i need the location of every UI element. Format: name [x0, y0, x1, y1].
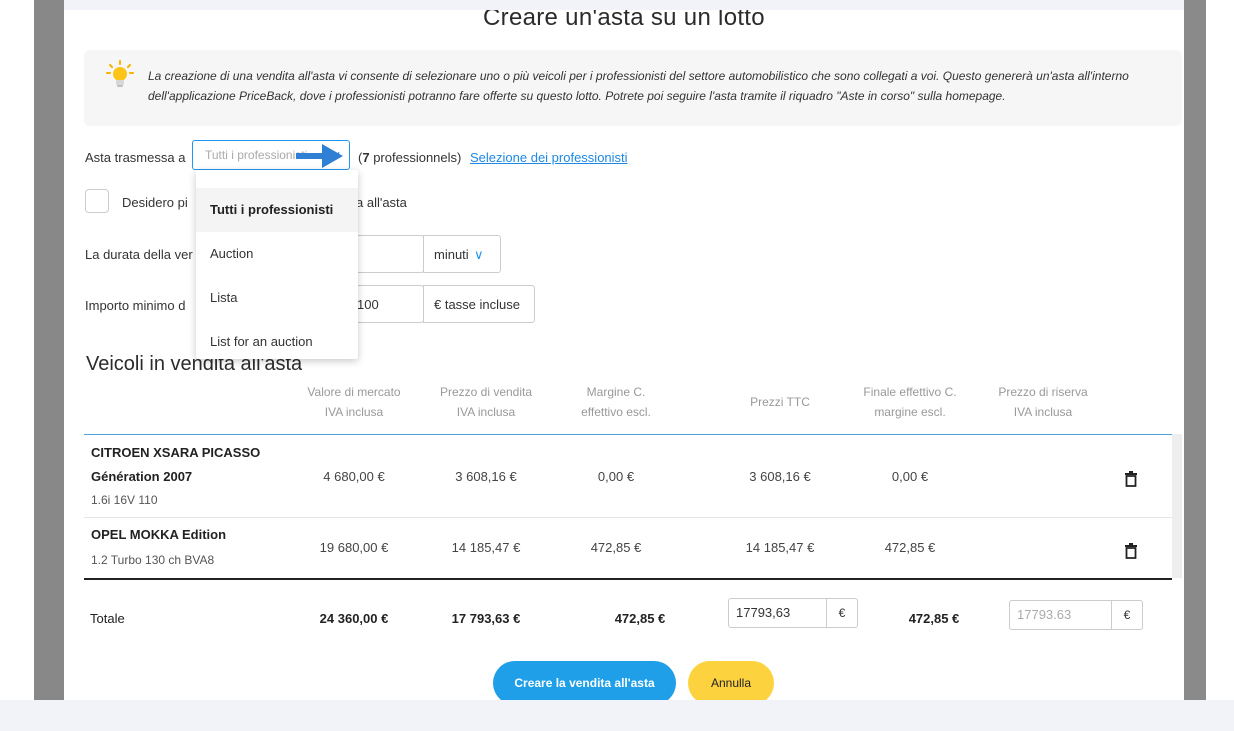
- min-amount-unit: € tasse incluse: [423, 285, 535, 323]
- vehicle-name: OPEL MOKKA Edition: [91, 527, 227, 542]
- margin-cell: 0,00 €: [597, 469, 635, 484]
- dialog-title: Creare un'asta su un lotto: [483, 10, 765, 31]
- cancel-button[interactable]: Annulla: [688, 661, 774, 700]
- total-price-currency: €: [826, 598, 858, 628]
- duration-label: La durata della ver: [85, 247, 193, 262]
- info-banner: La creazione di una vendita all'asta vi …: [84, 50, 1182, 126]
- overlay-right: [1184, 0, 1206, 700]
- vehicle-generation: Génération 2007: [91, 469, 193, 484]
- min-amount-label: Importo minimo d: [85, 298, 186, 313]
- total-margin: 472,85 €: [614, 611, 666, 626]
- background-top: [0, 0, 1234, 10]
- total-final: 472,85 €: [908, 611, 960, 626]
- broadcast-label: Asta trasmessa a: [85, 150, 186, 165]
- checkbox-label-right: a all'asta: [356, 195, 407, 210]
- reserve-price-input[interactable]: 17793.63: [1009, 600, 1112, 630]
- trash-icon[interactable]: [1124, 471, 1138, 487]
- price-ttc-cell: 14 185,47 €: [745, 540, 815, 555]
- overlay-left: [34, 0, 64, 700]
- margin-cell: 472,85 €: [590, 540, 642, 555]
- info-text: La creazione di una vendita all'asta vi …: [148, 69, 1129, 103]
- lightbulb-icon: [106, 60, 134, 87]
- sale-price-cell: 14 185,47 €: [451, 540, 521, 555]
- row-divider: [84, 517, 1172, 518]
- total-market-value: 24 360,00 €: [319, 611, 389, 626]
- broadcast-dropdown-menu: Tutti i professionisti Auction Lista Lis…: [196, 170, 358, 359]
- col-final: Finale effettivo C. margine escl.: [863, 385, 957, 419]
- final-cell: 472,85 €: [884, 540, 936, 555]
- total-sale-price: 17 793,63 €: [451, 611, 521, 626]
- dropdown-option-lista[interactable]: Lista: [196, 276, 358, 320]
- market-value-cell: 19 680,00 €: [319, 540, 389, 555]
- arrow-right-icon: [296, 144, 343, 168]
- sale-price-cell: 3 608,16 €: [455, 469, 517, 484]
- total-label: Totale: [90, 611, 125, 626]
- chevron-down-icon: ∨: [474, 247, 484, 262]
- reserve-price-currency: €: [1111, 600, 1143, 630]
- duration-unit-select[interactable]: minuti ∨: [423, 235, 501, 273]
- page-margin-right: [1206, 0, 1234, 700]
- col-reserve-price: Prezzo di riserva IVA inclusa: [998, 385, 1088, 419]
- table-header-divider: [84, 434, 1182, 435]
- total-divider: [84, 578, 1172, 580]
- create-auction-button[interactable]: Creare la vendita all'asta: [493, 661, 676, 700]
- background-bottom: [0, 700, 1234, 731]
- option-checkbox[interactable]: [85, 189, 109, 213]
- market-value-cell: 4 680,00 €: [323, 469, 385, 484]
- checkbox-label-left: Desidero pi: [122, 195, 188, 210]
- dropdown-option-list-for-auction[interactable]: List for an auction: [196, 320, 358, 364]
- dropdown-option-all-professionals[interactable]: Tutti i professionisti: [196, 188, 358, 232]
- vehicle-name: CITROEN XSARA PICASSO: [91, 445, 261, 460]
- page-margin-left: [0, 0, 34, 700]
- final-cell: 0,00 €: [891, 469, 929, 484]
- price-ttc-cell: 3 608,16 €: [749, 469, 811, 484]
- broadcast-select-value: Tutti i professionisti: [205, 148, 308, 162]
- vehicle-version: 1.6i 16V 110: [91, 493, 158, 507]
- auction-dialog: Creare un'asta su un lotto La creazione …: [64, 10, 1184, 700]
- col-sale-price: Prezzo di vendita IVA inclusa: [439, 385, 533, 419]
- trash-icon[interactable]: [1124, 543, 1138, 559]
- col-margin: Margine C. effettivo escl.: [581, 385, 651, 419]
- table-scrollbar[interactable]: [1172, 434, 1182, 578]
- total-price-input[interactable]: 17793,63: [728, 598, 827, 628]
- professionals-count: (7 professionnels): [358, 150, 462, 165]
- vehicle-version: 1.2 Turbo 130 ch BVA8: [91, 553, 215, 567]
- select-professionals-link[interactable]: Selezione dei professionisti: [470, 150, 628, 165]
- dropdown-option-auction[interactable]: Auction: [196, 232, 358, 276]
- col-market-value: Valore di mercato IVA inclusa: [307, 385, 401, 419]
- col-price-ttc: Prezzi TTC: [750, 395, 810, 409]
